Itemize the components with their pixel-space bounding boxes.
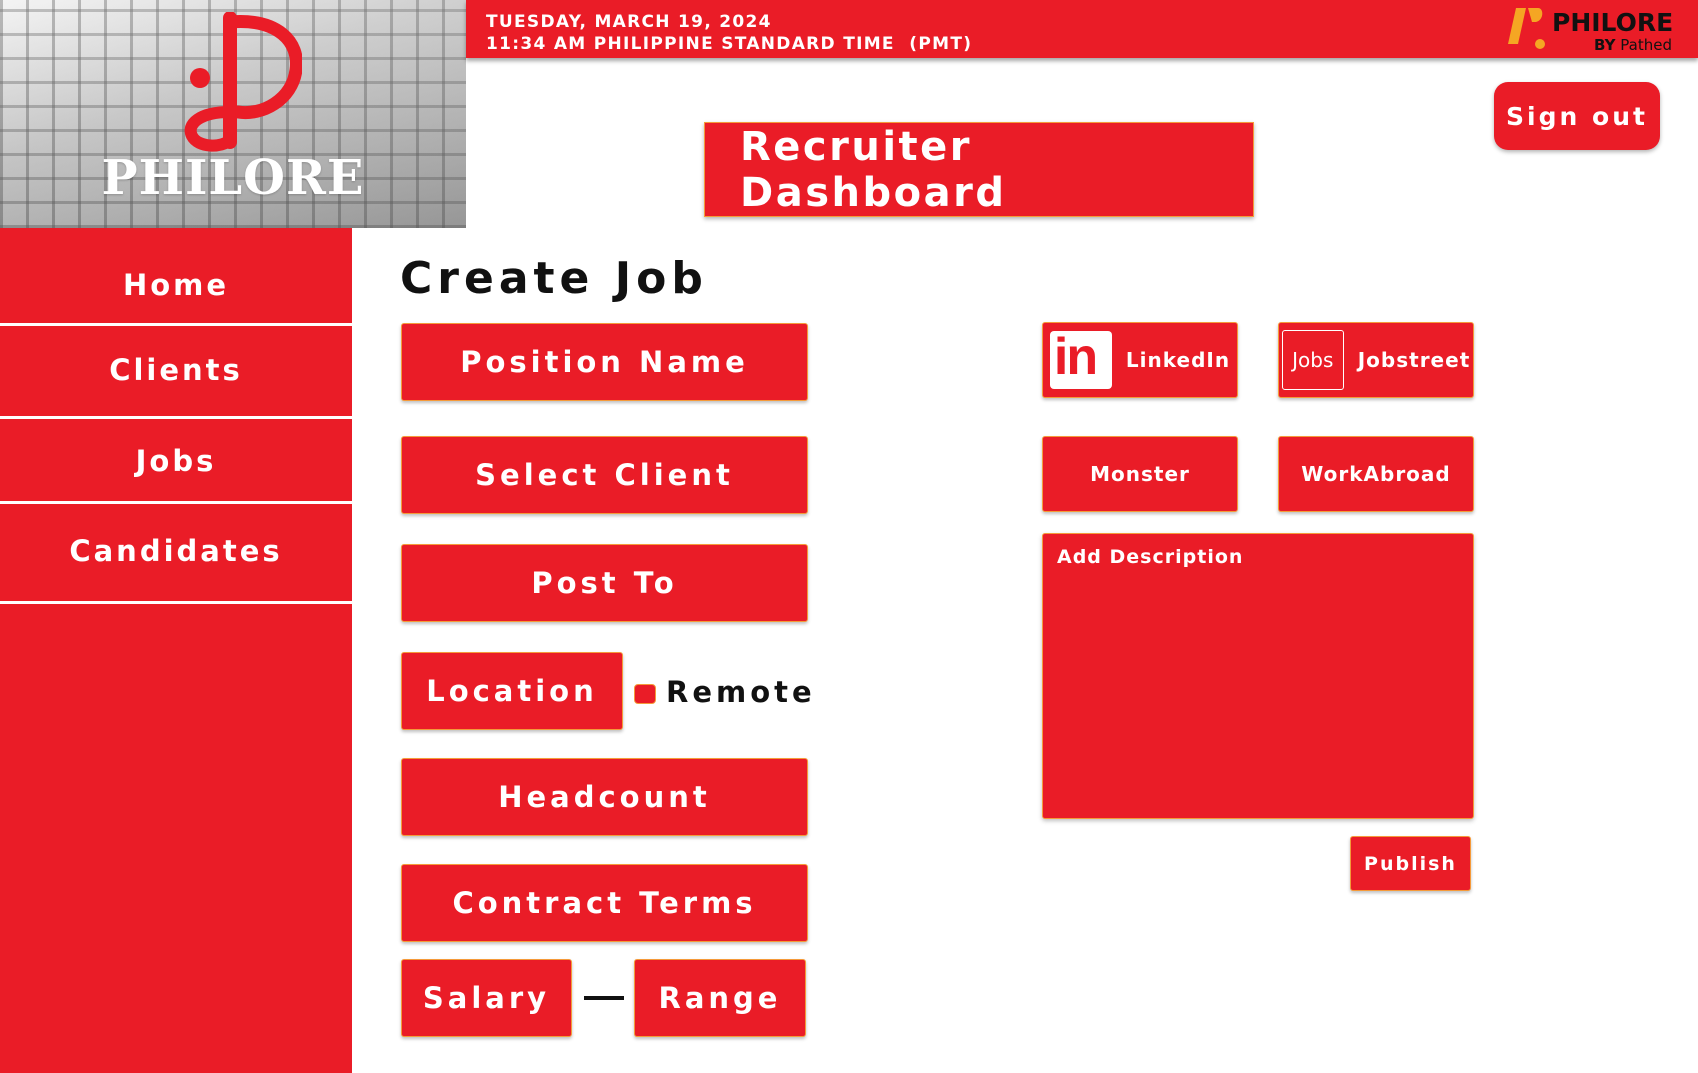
sidebar-divider — [0, 501, 352, 504]
linkedin-icon-glyph: in — [1053, 328, 1098, 386]
corner-brand-name: PHILORE — [1552, 8, 1674, 37]
jobstreet-button[interactable]: Jobs Jobstreet — [1278, 322, 1474, 398]
corner-by-label: BY — [1594, 36, 1616, 54]
sidebar-item-clients[interactable]: Clients — [0, 353, 352, 387]
corner-brand: PHILORE BY Pathed — [1506, 4, 1678, 54]
page-title: Create Job — [400, 253, 708, 304]
linkedin-button[interactable]: in LinkedIn — [1042, 322, 1238, 398]
sidebar-divider — [0, 323, 352, 326]
linkedin-icon: in — [1049, 328, 1112, 389]
salary-range-field[interactable]: Range — [634, 959, 806, 1037]
description-placeholder: Add Description — [1057, 546, 1244, 568]
jobstreet-button-content: Jobs Jobstreet — [1281, 330, 1471, 390]
sidebar-divider — [0, 416, 352, 419]
corner-partner: BY Pathed — [1594, 36, 1672, 54]
sidebar-item-home[interactable]: Home — [0, 268, 352, 302]
post-to-field[interactable]: Post To — [401, 544, 808, 622]
jobstreet-label: Jobstreet — [1357, 348, 1471, 372]
workabroad-button[interactable]: WorkAbroad — [1278, 436, 1474, 512]
date-text: TUESDAY, MARCH 19, 2024 — [486, 12, 772, 32]
corner-partner-name: Pathed — [1620, 36, 1672, 54]
linkedin-button-content: in LinkedIn — [1049, 328, 1231, 389]
sidebar: Home Clients Jobs Candidates — [0, 228, 352, 1073]
range-separator — [584, 996, 624, 1000]
sidebar-item-jobs[interactable]: Jobs — [0, 444, 352, 478]
publish-button[interactable]: Publish — [1350, 836, 1471, 891]
salary-min-field[interactable]: Salary — [401, 959, 572, 1037]
dashboard-title: Recruiter Dashboard — [704, 122, 1254, 217]
sidebar-divider — [0, 601, 352, 604]
select-client-field[interactable]: Select Client — [401, 436, 808, 514]
header-logo-banner: PHILORE — [0, 0, 466, 228]
headcount-field[interactable]: Headcount — [401, 758, 808, 836]
remote-label: Remote — [666, 675, 816, 709]
philore-p-logo-icon — [184, 12, 302, 152]
description-textarea[interactable]: Add Description — [1042, 533, 1474, 819]
jobstreet-icon: Jobs — [1281, 330, 1344, 390]
monster-button[interactable]: Monster — [1042, 436, 1238, 512]
contract-terms-field[interactable]: Contract Terms — [401, 864, 808, 942]
sign-out-button[interactable]: Sign out — [1494, 82, 1660, 150]
top-bar: TUESDAY, MARCH 19, 2024 11:34 AM PHILIPP… — [466, 0, 1698, 58]
remote-checkbox[interactable] — [634, 684, 656, 704]
linkedin-label: LinkedIn — [1125, 348, 1231, 372]
sidebar-item-candidates[interactable]: Candidates — [0, 534, 352, 568]
philore-corner-logo-icon — [1508, 8, 1545, 49]
position-name-field[interactable]: Position Name — [401, 323, 808, 401]
brand-wordmark: PHILORE — [101, 150, 365, 206]
location-field[interactable]: Location — [401, 652, 623, 730]
time-text: 11:34 AM PHILIPPINE STANDARD TIME (PMT) — [486, 34, 973, 54]
